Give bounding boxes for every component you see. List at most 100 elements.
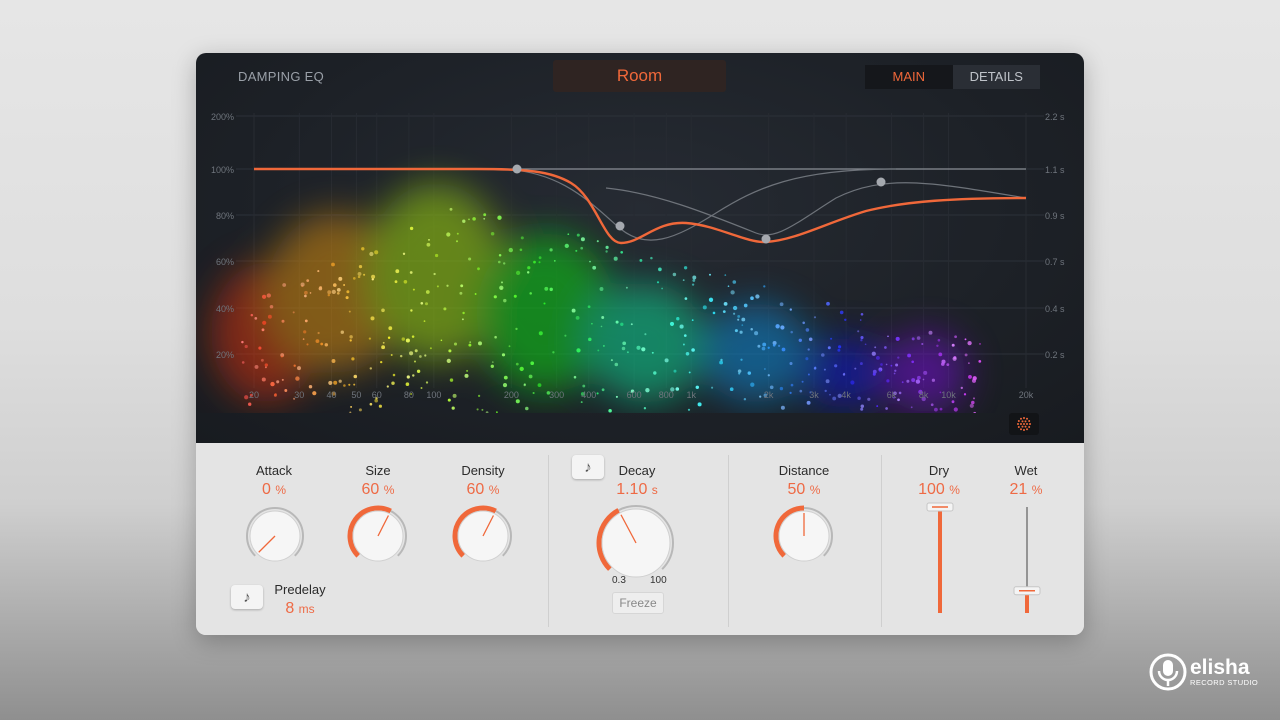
density-knob[interactable] xyxy=(452,505,514,567)
eq-node-handle[interactable] xyxy=(876,177,886,187)
spectrum-particle xyxy=(502,383,508,388)
spectrum-particle xyxy=(527,266,531,270)
spectrum-particle xyxy=(601,388,605,392)
spectrum-particle xyxy=(911,360,915,364)
spectrum-particle xyxy=(350,405,353,408)
spectrum-particle xyxy=(543,302,546,305)
spectrum-particle xyxy=(328,380,333,385)
logo-subtitle: RECORD STUDIO xyxy=(1190,677,1259,687)
predelay-label: Predelay xyxy=(274,582,326,597)
spectrum-particle xyxy=(834,364,838,368)
spectrum-particle xyxy=(764,368,766,370)
spectrum-particle xyxy=(333,380,338,385)
spectrum-particle xyxy=(733,312,736,315)
spectrum-particle xyxy=(829,393,831,396)
spectrum-particle xyxy=(954,335,957,339)
spectrum-particle xyxy=(336,288,341,292)
spectrum-particle xyxy=(244,395,249,400)
spectrum-particle xyxy=(591,322,593,325)
spectrum-particle xyxy=(790,330,793,334)
spectrum-particle xyxy=(262,320,267,325)
distance-knob[interactable] xyxy=(773,505,835,567)
spectrum-particle xyxy=(688,371,691,374)
spectrum-particle xyxy=(937,338,941,342)
particles-toggle-button[interactable] xyxy=(1009,413,1039,435)
spectrum-particle xyxy=(692,275,697,280)
spectrum-particle xyxy=(353,374,358,379)
spectrum-particle xyxy=(971,400,975,405)
spectrum-particle xyxy=(939,407,943,411)
attack-knob[interactable] xyxy=(244,505,306,567)
spectrum-particle xyxy=(951,343,955,347)
spectrum-particle xyxy=(477,394,481,398)
tab-details[interactable]: DETAILS xyxy=(952,65,1040,89)
spectrum-particle xyxy=(327,293,331,297)
spectrum-particle xyxy=(456,232,459,235)
spectrum-particle xyxy=(485,411,489,413)
eq-node-handle[interactable] xyxy=(615,221,625,231)
eq-graph[interactable]: 200% 100% 80% 60% 40% 20% 2.2 s 1.1 s 0.9 s 0.7 … xyxy=(196,103,1084,413)
spectrum-particle xyxy=(402,252,406,255)
spectrum-particle xyxy=(738,372,741,375)
spectrum-particle xyxy=(276,380,280,384)
spectrum-particle xyxy=(498,260,501,264)
spectrum-particle xyxy=(538,256,542,260)
spectrum-particle xyxy=(589,260,591,263)
spectrum-particle xyxy=(901,381,904,384)
spectrum-particle xyxy=(683,266,688,270)
spectrum-particle xyxy=(537,383,542,388)
logo-name: elisha xyxy=(1190,655,1250,679)
tab-main[interactable]: MAIN xyxy=(865,65,953,89)
size-knob[interactable] xyxy=(347,505,409,567)
spectrum-particle xyxy=(244,344,248,349)
spectrum-particle xyxy=(588,337,592,342)
spectrum-particle xyxy=(767,374,770,377)
spectrum-particle xyxy=(351,357,355,361)
spectrum-particle xyxy=(890,364,893,367)
predelay-value[interactable]: 8 ms xyxy=(255,600,345,618)
music-note-icon: ♪ xyxy=(584,458,592,476)
freq-axis-tick-label: 30 xyxy=(294,390,304,400)
spectrum-particle xyxy=(592,265,597,270)
spectrum-particle xyxy=(529,292,532,295)
spectrum-particle xyxy=(468,343,472,347)
spectrum-particle xyxy=(371,274,376,279)
spectrum-particle xyxy=(416,369,421,373)
freq-axis-tick-label: 6k xyxy=(887,390,897,400)
spectrum-particle xyxy=(405,338,410,343)
spectrum-particle xyxy=(906,379,910,383)
spectrum-particle xyxy=(824,389,827,393)
spectrum-particle xyxy=(946,363,950,367)
spectrum-particle xyxy=(502,262,506,265)
spectrum-particle xyxy=(381,308,385,313)
spectrum-particle xyxy=(767,346,770,349)
eq-node-handle[interactable] xyxy=(512,164,522,174)
freeze-button[interactable]: Freeze xyxy=(612,592,664,614)
spectrum-particle xyxy=(780,405,785,410)
spectrum-particle xyxy=(894,369,897,372)
spectrum-particle xyxy=(503,375,508,380)
spectrum-particle xyxy=(885,363,888,366)
spectrum-particle xyxy=(284,389,288,392)
spectrum-particle xyxy=(401,337,406,341)
spectrum-particle xyxy=(446,284,449,287)
spectrum-particle xyxy=(614,362,619,367)
decay-label: Decay xyxy=(618,463,656,478)
spectrum-particle xyxy=(972,376,977,381)
spectrum-particle xyxy=(358,408,362,412)
spectrum-particle xyxy=(515,327,518,331)
spectrum-particle xyxy=(821,353,825,357)
spectrum-particle xyxy=(491,361,494,363)
spectrum-particle xyxy=(737,318,740,321)
spectrum-particle xyxy=(254,317,258,320)
eq-node-handle[interactable] xyxy=(761,234,771,244)
spectrum-particle xyxy=(691,348,695,352)
wet-slider[interactable] xyxy=(1009,501,1045,617)
decay-knob[interactable] xyxy=(596,503,676,583)
attack-value: 0 % xyxy=(261,481,287,498)
spectrum-particle xyxy=(309,292,312,294)
spectrum-particle xyxy=(923,370,928,375)
dry-slider[interactable] xyxy=(922,501,958,617)
spectrum-particle xyxy=(712,311,716,315)
preset-name-button[interactable]: Room xyxy=(553,60,726,92)
